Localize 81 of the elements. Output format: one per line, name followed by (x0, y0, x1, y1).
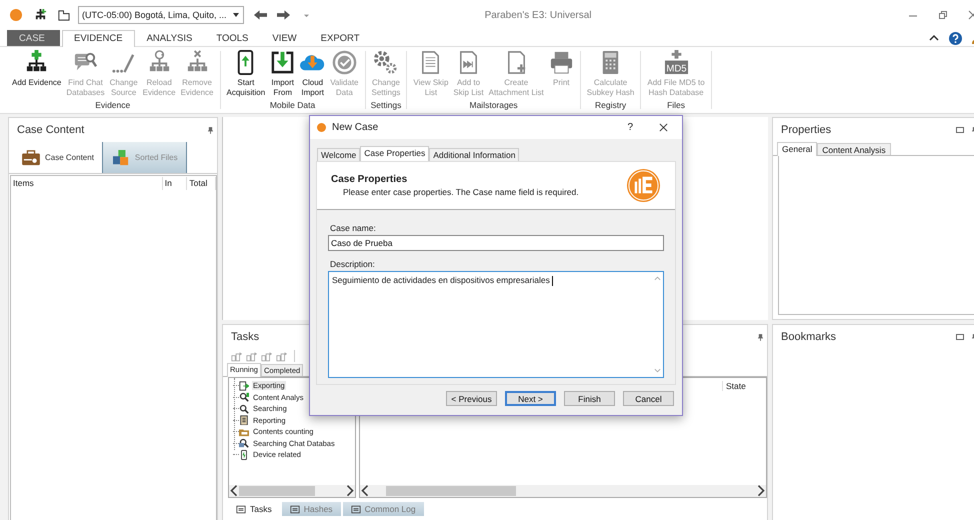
folder-icon[interactable] (57, 8, 70, 22)
scrollbar[interactable] (360, 485, 766, 497)
page-heading: Case Properties (331, 174, 408, 185)
check-circle-icon (332, 50, 357, 75)
help-button[interactable]: ? (627, 122, 633, 133)
panel-title: Bookmarks (781, 331, 838, 343)
folder-icon (239, 426, 249, 437)
ribbon-group-label: Registry (594, 99, 626, 112)
dialog-button[interactable]: Cancel (623, 391, 674, 406)
field-label: Case name: (330, 223, 377, 233)
page-subtitle: Please enter case properties. The Case name field is required. (342, 187, 580, 197)
back-arrow-icon[interactable] (254, 10, 267, 20)
app-logo-icon (317, 123, 326, 132)
dialog-tab[interactable]: Case Properties (360, 146, 430, 162)
case-name-field[interactable]: Caso de Prueba (328, 235, 664, 251)
scroll-right-icon[interactable] (756, 484, 766, 498)
panel-title: Tasks (231, 331, 260, 343)
scroll-right-icon[interactable] (345, 484, 355, 497)
column-header[interactable]: State (722, 381, 766, 391)
column-header[interactable]: In (162, 177, 188, 190)
ribbon-button[interactable]: Cloud Import (298, 50, 328, 99)
ribbon-group-label: Files (667, 99, 686, 112)
ribbon-button[interactable]: Start Acquisition (224, 50, 268, 99)
panel-tab[interactable]: Content Analysis (817, 143, 891, 155)
column-header[interactable]: Items (11, 177, 163, 190)
ribbon-tab[interactable]: EVIDENCE (62, 30, 135, 47)
search-icon (239, 404, 249, 414)
customize-icon[interactable] (304, 12, 309, 18)
dialog-tab[interactable]: Additional Information (429, 148, 520, 161)
tasks-icon (236, 504, 246, 514)
help-icon[interactable] (949, 32, 962, 44)
ribbon-group-label: Settings (370, 99, 402, 112)
column-header[interactable]: Total (187, 177, 216, 190)
pin-icon[interactable] (758, 334, 763, 340)
app-logo-icon (626, 168, 661, 203)
export-icon (239, 380, 249, 391)
panel-title: Properties (781, 124, 832, 136)
ribbon-tab[interactable]: EXPORT (308, 30, 372, 46)
maximize-icon[interactable] (956, 334, 964, 340)
cubes-icon (110, 150, 131, 166)
chat-search-icon (239, 438, 249, 448)
panel-tab[interactable]: Case Content (13, 142, 102, 173)
panel-title: Case Content (17, 124, 86, 136)
scroll-left-icon[interactable] (229, 484, 239, 497)
panel-tab[interactable]: Tasks (228, 502, 280, 516)
dialog-tab[interactable]: Welcome (317, 148, 360, 161)
dialog-button[interactable]: < Previous (446, 391, 497, 406)
clipboard-icon (239, 415, 249, 426)
dialog-title: New Case (332, 122, 380, 133)
analysis-icon (239, 392, 249, 402)
ribbon-group-label: Mailstorages (470, 99, 518, 112)
pin-icon[interactable] (208, 126, 213, 134)
close-icon[interactable] (659, 123, 668, 132)
ribbon-button[interactable]: Add Evidence (10, 50, 64, 99)
phone-icon (239, 450, 249, 460)
scrollbar[interactable] (229, 485, 355, 497)
panel-tab[interactable]: General (777, 142, 818, 156)
ribbon-tab[interactable]: CASE (7, 30, 60, 46)
scroll-left-icon[interactable] (360, 484, 370, 498)
ribbon-tab[interactable]: TOOLS (204, 30, 260, 46)
field-label: Description: (330, 259, 376, 269)
hierarchy-plus-icon[interactable] (34, 8, 47, 22)
collapse-ribbon-icon[interactable] (929, 33, 939, 43)
dialog-button[interactable]: Finish (564, 391, 615, 406)
caret-icon[interactable] (232, 13, 239, 17)
printer-icon (548, 50, 574, 75)
timezone-dropdown[interactable]: (UTC-05:00) Bogotá, Lima, Quito, ... (78, 6, 244, 24)
dialog-button[interactable]: Next > (505, 391, 556, 406)
app-logo-icon (10, 9, 22, 21)
ribbon-tab[interactable]: VIEW (260, 30, 309, 46)
window-title: Paraben's E3: Universal (484, 10, 593, 20)
ribbon-button[interactable]: Import From (268, 50, 298, 99)
gears-icon (373, 50, 398, 75)
ribbon-tab[interactable]: ANALYSIS (134, 30, 204, 46)
ribbon-group-label: Mobile Data (270, 99, 316, 112)
forward-arrow-icon[interactable] (276, 10, 290, 20)
restore-icon[interactable] (938, 10, 948, 20)
ribbon-group-label: Evidence (95, 99, 130, 112)
maximize-icon[interactable] (956, 127, 964, 133)
briefcase-icon (21, 150, 41, 166)
import-icon (270, 50, 296, 75)
